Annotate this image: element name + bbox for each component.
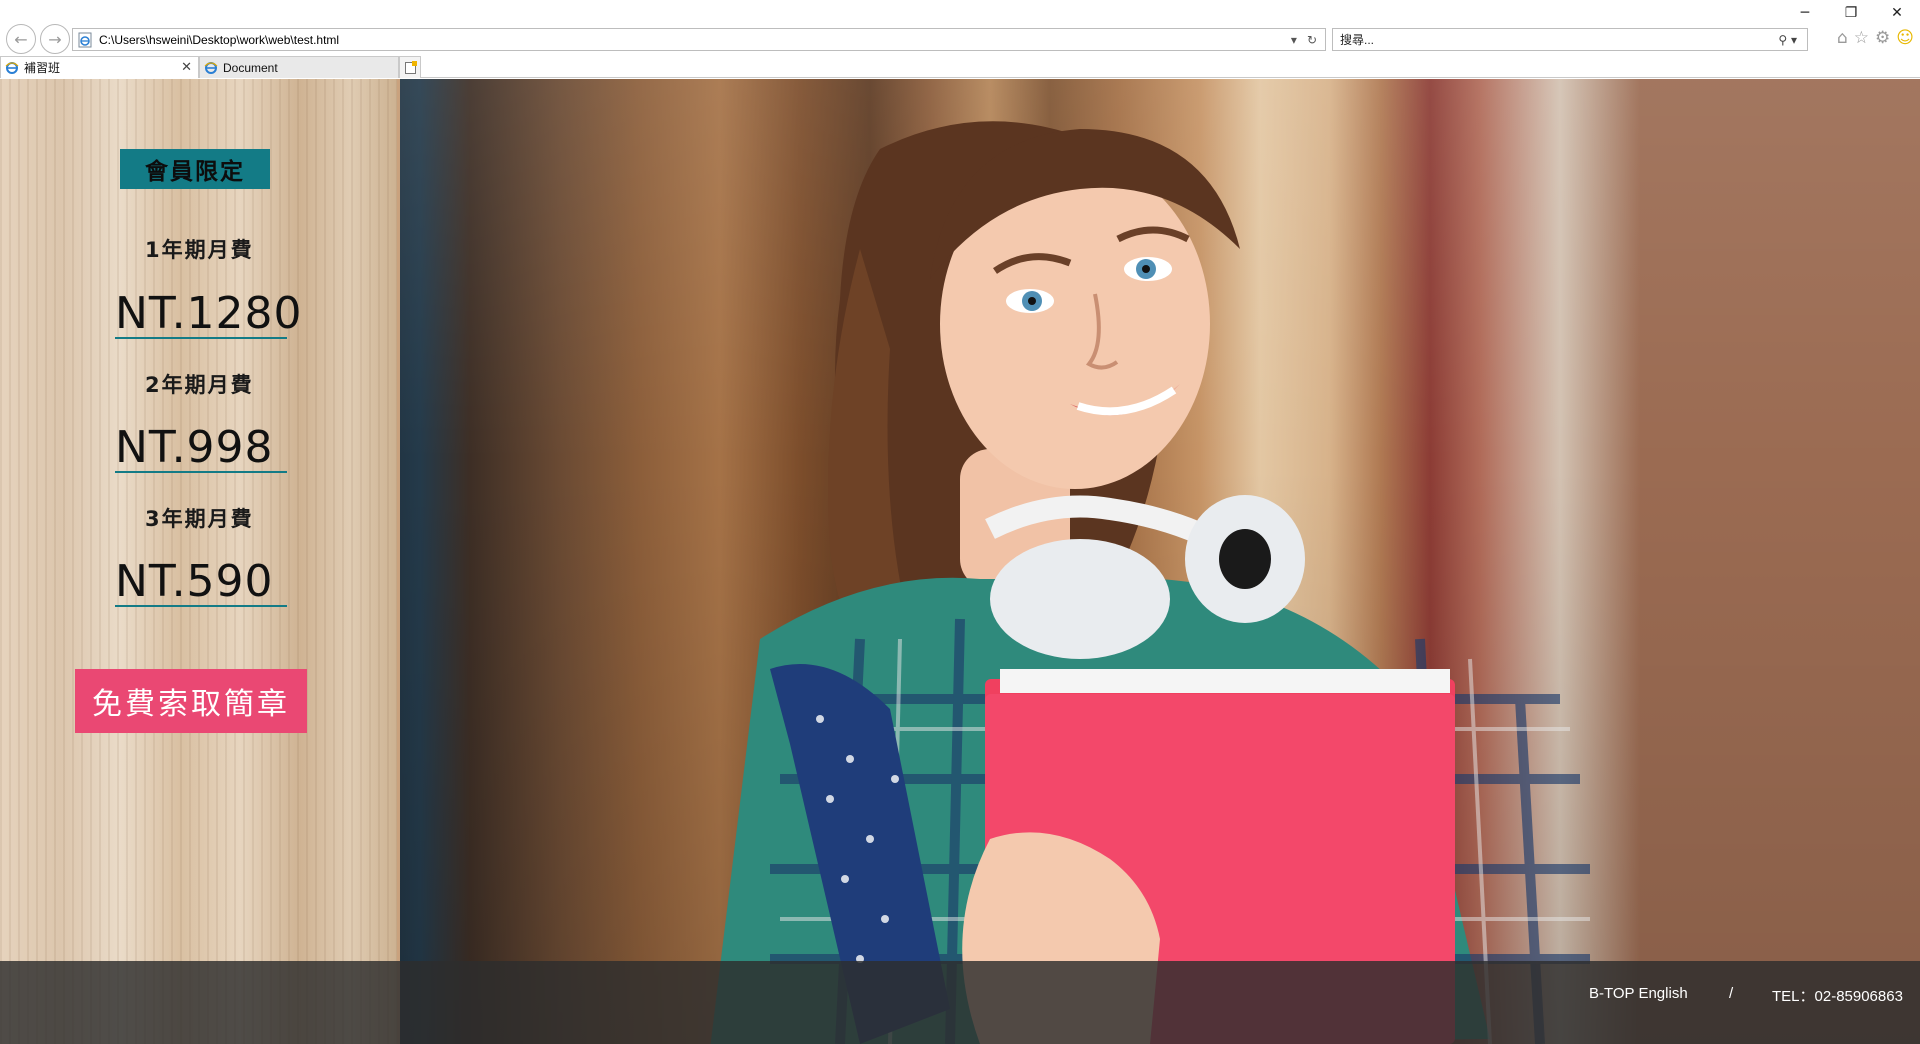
home-icon[interactable]: ⌂	[1837, 28, 1848, 48]
forward-button[interactable]: →	[40, 24, 70, 54]
pricing-sidebar: 會員限定 1年期月費 NT.1280 2年期月費 NT.998 3年期月費 NT…	[0, 79, 400, 1044]
address-bar[interactable]: C:\Users\hsweini\Desktop\work\web\test.h…	[72, 28, 1326, 51]
restore-button[interactable]: ❐	[1828, 0, 1874, 26]
page-viewport: 會員限定 1年期月費 NT.1280 2年期月費 NT.998 3年期月費 NT…	[0, 79, 1920, 1044]
ie-tab-icon	[204, 61, 218, 74]
footer-separator: /	[1729, 985, 1734, 1002]
plan-label-3-year: 3年期月費	[145, 507, 254, 531]
plan-price-2-year: NT.998	[115, 424, 287, 474]
minimize-button[interactable]: ─	[1782, 0, 1828, 26]
refresh-icon[interactable]: ↻	[1307, 33, 1317, 47]
member-only-badge: 會員限定	[120, 149, 270, 189]
tab-close-icon[interactable]: ✕	[181, 60, 192, 75]
search-box[interactable]: 搜尋... ⚲ ▾	[1332, 28, 1808, 51]
tab-document[interactable]: Document	[199, 56, 399, 78]
window-controls: ─ ❐ ✕	[1782, 0, 1920, 26]
search-icon[interactable]: ⚲ ▾	[1778, 33, 1807, 47]
footer-brand: B-TOP English	[1589, 985, 1688, 1002]
new-tab-button[interactable]	[399, 56, 421, 78]
back-button[interactable]: ←	[6, 24, 36, 54]
new-tab-icon	[404, 60, 417, 74]
dropdown-icon[interactable]: ▾	[1291, 33, 1297, 47]
ie-page-icon	[78, 32, 92, 47]
plan-price-3-year: NT.590	[115, 558, 287, 608]
toolbar-icons: ⌂ ☆ ⚙ ☺	[1837, 28, 1914, 48]
plan-price-1-year: NT.1280	[115, 288, 303, 340]
search-input[interactable]: 搜尋...	[1340, 31, 1778, 48]
tab-label: Document	[223, 60, 278, 75]
settings-gear-icon[interactable]: ⚙	[1875, 28, 1890, 48]
forward-arrow-icon: →	[48, 29, 62, 49]
tab-buxiban[interactable]: 補習班 ✕	[0, 56, 199, 78]
free-brochure-button[interactable]: 免費索取簡章	[75, 669, 307, 733]
address-url[interactable]: C:\Users\hsweini\Desktop\work\web\test.h…	[99, 33, 1291, 47]
close-button[interactable]: ✕	[1874, 0, 1920, 26]
browser-chrome: ─ ❐ ✕ ← → C:\Users\hsweini\Desktop\work\…	[0, 0, 1920, 78]
footer-telephone: TEL：02-85906863	[1772, 988, 1903, 1005]
plan-label-1-year: 1年期月費	[145, 238, 254, 262]
back-arrow-icon: ←	[14, 29, 28, 49]
footer-bar: B-TOP English / TEL：02-85906863	[0, 961, 1920, 1044]
tab-label: 補習班	[24, 61, 61, 75]
plan-label-2-year: 2年期月費	[145, 373, 254, 397]
ie-tab-icon	[5, 61, 19, 74]
feedback-smiley-icon[interactable]: ☺	[1896, 28, 1914, 48]
tab-strip: 補習班 ✕ Document	[0, 55, 421, 78]
favorites-star-icon[interactable]: ☆	[1854, 28, 1869, 48]
